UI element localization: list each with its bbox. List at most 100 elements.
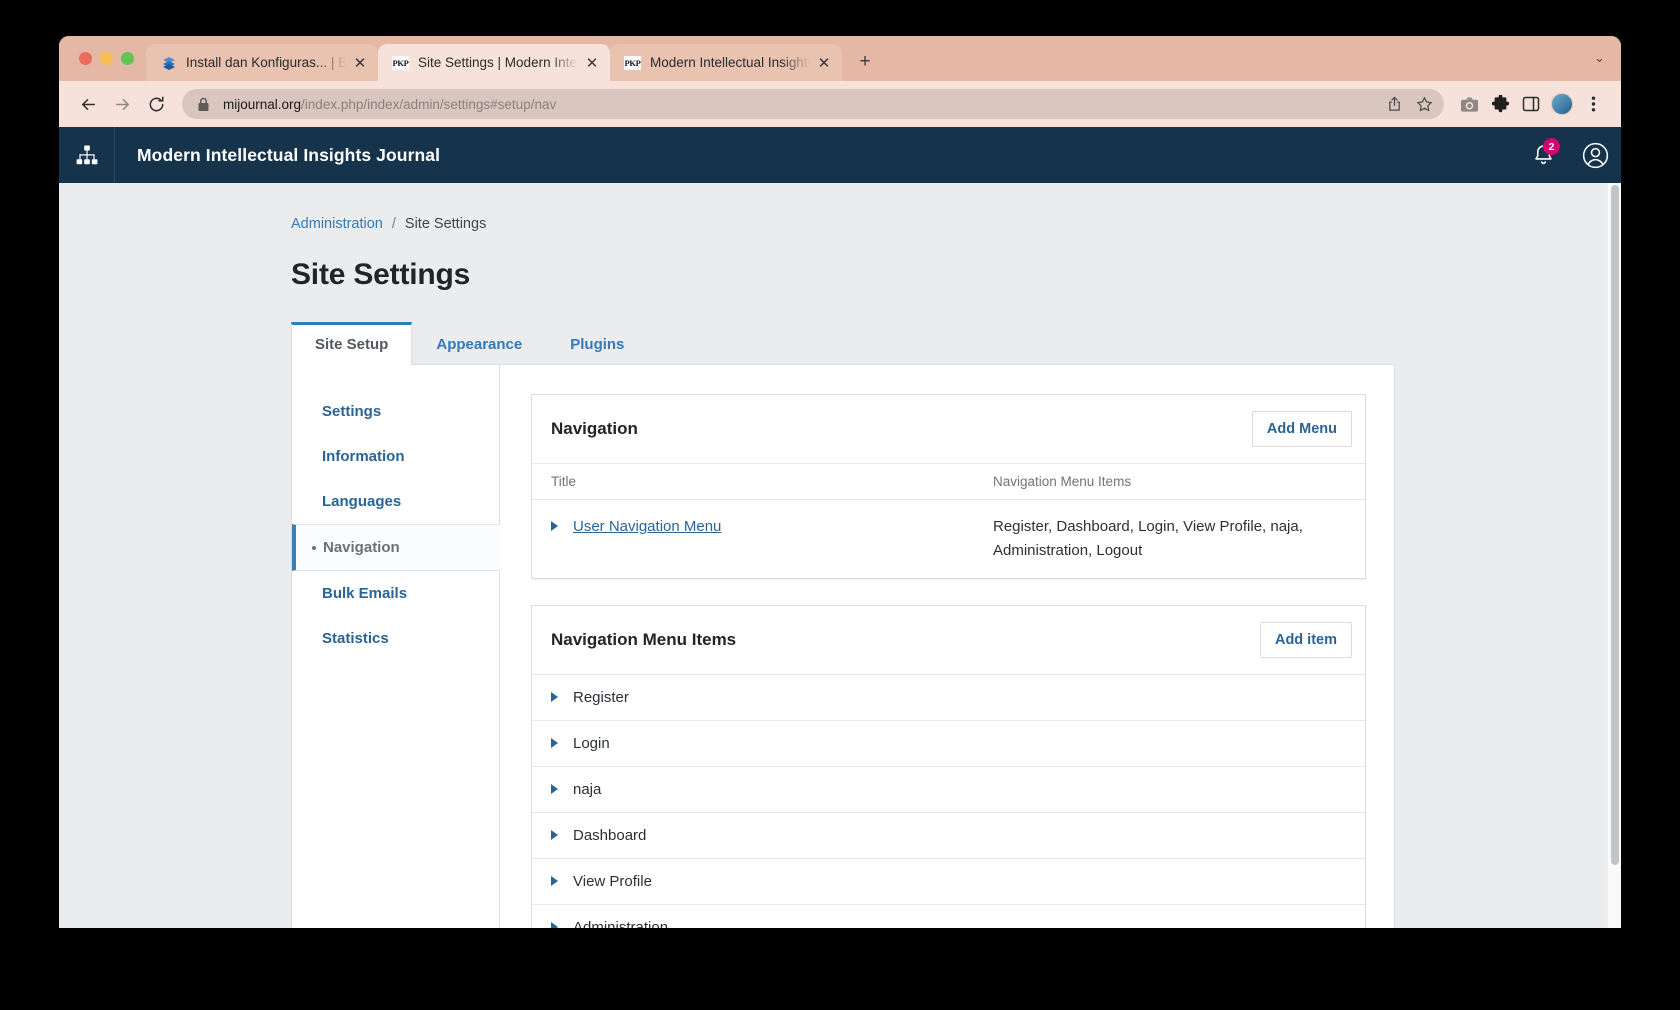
close-icon[interactable]: ✕ [582, 53, 602, 73]
add-item-button[interactable]: Add item [1259, 622, 1352, 658]
sidebar-item-label: Navigation [323, 539, 400, 556]
pkp-icon-text: PKP [392, 55, 409, 70]
browser-tab-3-title: Modern Intellectual Insights Jo [650, 55, 810, 70]
breadcrumb-administration-link[interactable]: Administration [291, 216, 383, 232]
address-bar-actions [1380, 90, 1438, 118]
sidebar-item-bulk-emails[interactable]: Bulk Emails [292, 571, 499, 616]
side-panel-icon[interactable] [1516, 89, 1546, 119]
list-item[interactable]: Register [532, 674, 1365, 720]
address-bar[interactable]: mijournal.org/index.php/index/admin/sett… [182, 89, 1444, 119]
sidebar-item-languages[interactable]: Languages [292, 479, 499, 524]
list-item[interactable]: Administration [532, 904, 1365, 928]
sidebar-item-navigation[interactable]: Navigation [292, 524, 500, 571]
page-scrollbar[interactable] [1607, 183, 1621, 928]
menu-items-card-header: Navigation Menu Items Add item [532, 606, 1365, 674]
app-title: Modern Intellectual Insights Journal [137, 144, 441, 165]
back-icon[interactable] [72, 88, 104, 120]
close-icon[interactable]: ✕ [350, 53, 370, 73]
page-viewport: Modern Intellectual Insights Journal 2 A… [59, 127, 1621, 928]
tab-site-setup[interactable]: Site Setup [291, 322, 413, 365]
navigation-menu-items-card: Navigation Menu Items Add item Register … [531, 605, 1366, 928]
reload-icon[interactable] [140, 88, 172, 120]
column-header-menu-items: Navigation Menu Items [985, 463, 1365, 500]
profile-avatar-icon[interactable] [1547, 89, 1577, 119]
list-item-label: Administration [573, 919, 669, 928]
sidebar-item-settings[interactable]: Settings [292, 389, 499, 434]
new-tab-button[interactable]: + [850, 47, 880, 77]
column-header-title: Title [532, 463, 985, 500]
list-item[interactable]: View Profile [532, 858, 1365, 904]
settings-sidebar: Settings Information Languages Navigatio… [292, 365, 500, 928]
expand-caret-icon[interactable] [551, 691, 558, 702]
breadcrumb-current: Site Settings [404, 216, 487, 232]
screenshot-camera-icon[interactable] [1454, 89, 1484, 119]
expand-caret-icon[interactable] [551, 921, 558, 928]
tab-plugins[interactable]: Plugins [546, 322, 648, 365]
page-title: Site Settings [291, 258, 471, 291]
list-item-label: Dashboard [573, 827, 647, 844]
page-content: Administration / Site Settings Site Settin… [59, 183, 1621, 928]
browser-tab-1-title: Install dan Konfiguras... | Book [186, 55, 346, 70]
stack-icon [160, 54, 177, 71]
list-item-label: Login [573, 735, 610, 752]
user-navigation-menu-link[interactable]: User Navigation Menu [573, 518, 721, 535]
browser-tab-2-title: Site Settings | Modern Intellec [418, 55, 578, 70]
expand-caret-icon[interactable] [551, 875, 558, 886]
add-menu-button[interactable]: Add Menu [1251, 411, 1352, 447]
minimize-window-button[interactable] [100, 52, 113, 65]
navigation-menus-table: Title Navigation Menu Items User Navigat… [532, 463, 1365, 578]
extensions-puzzle-icon[interactable] [1485, 89, 1515, 119]
notifications-button[interactable]: 2 [1517, 127, 1569, 183]
list-item[interactable]: Login [532, 720, 1365, 766]
menu-items-card-title: Navigation Menu Items [551, 630, 737, 649]
browser-tab-strip: Install dan Konfiguras... | Book ✕ PKP S… [59, 36, 1621, 81]
browser-toolbar: mijournal.org/index.php/index/admin/sett… [59, 81, 1621, 127]
expand-caret-icon[interactable] [551, 783, 558, 794]
chevron-down-icon[interactable]: ⌄ [1594, 50, 1605, 66]
list-item-label: Register [573, 689, 629, 706]
forward-icon[interactable] [106, 88, 138, 120]
list-item-label: View Profile [573, 873, 652, 890]
close-window-button[interactable] [79, 52, 92, 65]
browser-extension-toolbar [1454, 89, 1608, 119]
address-bar-url: mijournal.org/index.php/index/admin/sett… [223, 97, 1380, 112]
navigation-card: Navigation Add Menu Title Navigation Men… [531, 394, 1366, 579]
bookmark-star-icon[interactable] [1410, 90, 1438, 118]
list-item[interactable]: Dashboard [532, 812, 1365, 858]
address-bar-host: mijournal.org [223, 96, 302, 112]
sidebar-item-statistics[interactable]: Statistics [292, 616, 499, 661]
list-item[interactable]: naja [532, 766, 1365, 812]
close-icon[interactable]: ✕ [814, 53, 834, 73]
browser-tab-2[interactable]: PKP Site Settings | Modern Intellec ✕ [378, 44, 610, 81]
pkp-icon: PKP [392, 54, 409, 71]
browser-window: Install dan Konfiguras... | Book ✕ PKP S… [59, 36, 1621, 928]
expand-caret-icon[interactable] [551, 521, 558, 532]
share-icon[interactable] [1380, 90, 1408, 118]
sitemap-icon[interactable] [59, 127, 115, 183]
active-bullet-icon [312, 545, 316, 550]
menu-items-cell: Register, Dashboard, Login, View Profile… [993, 518, 1303, 559]
lock-icon[interactable] [197, 97, 212, 112]
user-account-button[interactable] [1569, 127, 1621, 183]
breadcrumb: Administration / Site Settings [59, 183, 1621, 232]
sidebar-item-information[interactable]: Information [292, 434, 499, 479]
expand-caret-icon[interactable] [551, 829, 558, 840]
list-item-label: naja [573, 781, 602, 798]
avatar [1551, 93, 1573, 115]
page-scrollbar-thumb[interactable] [1611, 185, 1619, 865]
menu-title-cell: User Navigation Menu [532, 500, 985, 579]
maximize-window-button[interactable] [121, 52, 134, 65]
tab-appearance[interactable]: Appearance [412, 322, 546, 365]
settings-main-content: Navigation Add Menu Title Navigation Men… [500, 365, 1394, 928]
pkp-icon: PKP [624, 54, 641, 71]
kebab-menu-icon[interactable] [1578, 89, 1608, 119]
breadcrumb-separator: / [391, 216, 396, 232]
expand-caret-icon[interactable] [551, 737, 558, 748]
notification-count-badge: 2 [1543, 138, 1560, 155]
settings-tabs: Site Setup Appearance Plugins [291, 321, 1395, 365]
navigation-card-header: Navigation Add Menu [532, 395, 1365, 463]
table-header-row: Title Navigation Menu Items [532, 463, 1365, 500]
browser-tab-3[interactable]: PKP Modern Intellectual Insights Jo ✕ [610, 44, 842, 81]
settings-panel: Settings Information Languages Navigatio… [291, 365, 1395, 928]
browser-tab-1[interactable]: Install dan Konfiguras... | Book ✕ [146, 44, 378, 81]
